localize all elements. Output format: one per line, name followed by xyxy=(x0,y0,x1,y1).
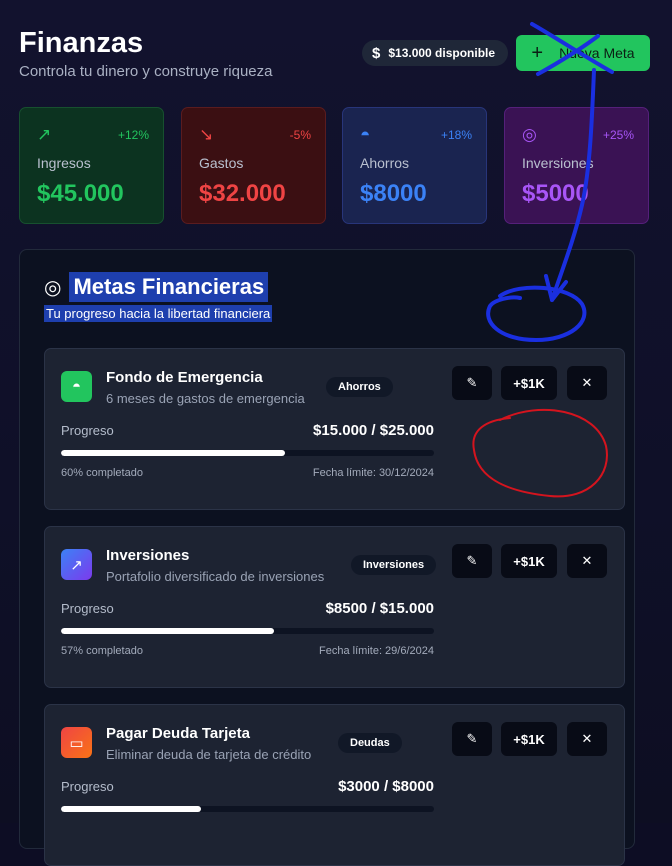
edit-icon: ✎ xyxy=(466,553,478,568)
trending-up-icon: ↗ xyxy=(37,125,52,144)
goal-title: Pagar Deuda Tarjeta xyxy=(106,725,250,742)
new-goal-button[interactable]: + Nueva Meta xyxy=(516,35,650,71)
balance-text: $13.000 disponible xyxy=(388,46,496,60)
add-1k-button[interactable]: +$1K xyxy=(501,366,557,400)
trending-down-icon: ↘ xyxy=(199,125,214,144)
goal-card: ◓ Fondo de Emergencia 6 meses de gastos … xyxy=(44,348,625,510)
goal-title: Inversiones xyxy=(106,547,190,564)
stat-card-investments: ◎ +25% Inversiones $5000 xyxy=(504,107,649,224)
edit-button[interactable]: ✎ xyxy=(452,722,492,756)
edit-icon: ✎ xyxy=(466,731,478,746)
progress-track xyxy=(61,450,434,456)
page-subtitle: Controla tu dinero y construye riqueza xyxy=(19,63,273,80)
stat-change: +12% xyxy=(117,128,149,142)
close-icon: ✕ xyxy=(581,375,593,390)
goal-category-badge: Deudas xyxy=(338,733,402,753)
goal-title: Fondo de Emergencia xyxy=(106,369,263,386)
progress-fill xyxy=(61,806,201,812)
deadline-text: Fecha límite: 29/6/2024 xyxy=(319,645,434,657)
delete-button[interactable]: ✕ xyxy=(567,544,607,578)
stat-label: Gastos xyxy=(199,155,244,171)
goal-description: Eliminar deuda de tarjeta de crédito xyxy=(106,747,312,762)
close-icon: ✕ xyxy=(581,731,593,746)
dollar-icon: $ xyxy=(372,44,381,62)
deadline-text: Fecha límite: 30/12/2024 xyxy=(312,467,434,479)
completion-text: 60% completado xyxy=(61,467,143,479)
credit-card-icon: ▭ xyxy=(61,727,92,758)
goal-card: ↗ Inversiones Portafolio diversificado d… xyxy=(44,526,625,688)
new-goal-label: Nueva Meta xyxy=(559,45,635,61)
stat-card-income: ↗ +12% Ingresos $45.000 xyxy=(19,107,164,224)
progress-track xyxy=(61,628,434,634)
add-1k-button[interactable]: +$1K xyxy=(501,544,557,578)
stat-change: +25% xyxy=(602,128,634,142)
stat-label: Ahorros xyxy=(360,155,410,171)
add-1k-button[interactable]: +$1K xyxy=(501,722,557,756)
goal-description: Portafolio diversificado de inversiones xyxy=(106,569,325,584)
goal-category-badge: Ahorros xyxy=(326,377,393,397)
finance-page: { "header": { "title": "Finanzas", "subt… xyxy=(0,0,672,866)
goals-panel-title: Metas Financieras xyxy=(69,272,269,302)
delete-button[interactable]: ✕ xyxy=(567,366,607,400)
page-title: Finanzas xyxy=(19,27,144,59)
progress-amount: $3000 / $8000 xyxy=(338,778,434,795)
goal-card: ▭ Pagar Deuda Tarjeta Eliminar deuda de … xyxy=(44,704,625,866)
progress-label: Progreso xyxy=(61,423,114,438)
stat-card-savings: ◓ +18% Ahorros $8000 xyxy=(342,107,487,224)
progress-fill xyxy=(61,628,274,634)
stat-change: +18% xyxy=(440,128,472,142)
balance-badge: $ $13.000 disponible xyxy=(362,40,509,66)
target-icon: ◎ xyxy=(522,125,537,144)
progress-amount: $15.000 / $25.000 xyxy=(313,422,434,439)
edit-icon: ✎ xyxy=(466,375,478,390)
target-icon: ◎ xyxy=(44,276,62,299)
stat-value: $5000 xyxy=(522,180,589,207)
delete-button[interactable]: ✕ xyxy=(567,722,607,756)
progress-label: Progreso xyxy=(61,601,114,616)
stat-card-expenses: ↘ -5% Gastos $32.000 xyxy=(181,107,326,224)
goal-category-badge: Inversiones xyxy=(351,555,437,575)
piggy-bank-icon: ◓ xyxy=(360,125,371,144)
piggy-bank-icon: ◓ xyxy=(61,371,92,402)
stat-value: $32.000 xyxy=(199,180,286,207)
trending-up-icon: ↗ xyxy=(61,549,92,580)
stat-label: Ingresos xyxy=(37,155,91,171)
stat-value: $8000 xyxy=(360,180,427,207)
progress-track xyxy=(61,806,434,812)
goals-panel-header: ◎ Metas Financieras xyxy=(44,272,269,302)
edit-button[interactable]: ✎ xyxy=(452,366,492,400)
close-icon: ✕ xyxy=(581,553,593,568)
stat-change: -5% xyxy=(289,128,311,142)
progress-label: Progreso xyxy=(61,779,114,794)
completion-text: 57% completado xyxy=(61,645,143,657)
goals-panel-subtitle: Tu progreso hacia la libertad financiera xyxy=(44,305,273,322)
edit-button[interactable]: ✎ xyxy=(452,544,492,578)
progress-amount: $8500 / $15.000 xyxy=(325,600,434,617)
plus-icon: + xyxy=(531,42,544,64)
stat-label: Inversiones xyxy=(522,155,594,171)
goal-description: 6 meses de gastos de emergencia xyxy=(106,391,305,406)
stat-value: $45.000 xyxy=(37,180,124,207)
progress-fill xyxy=(61,450,285,456)
